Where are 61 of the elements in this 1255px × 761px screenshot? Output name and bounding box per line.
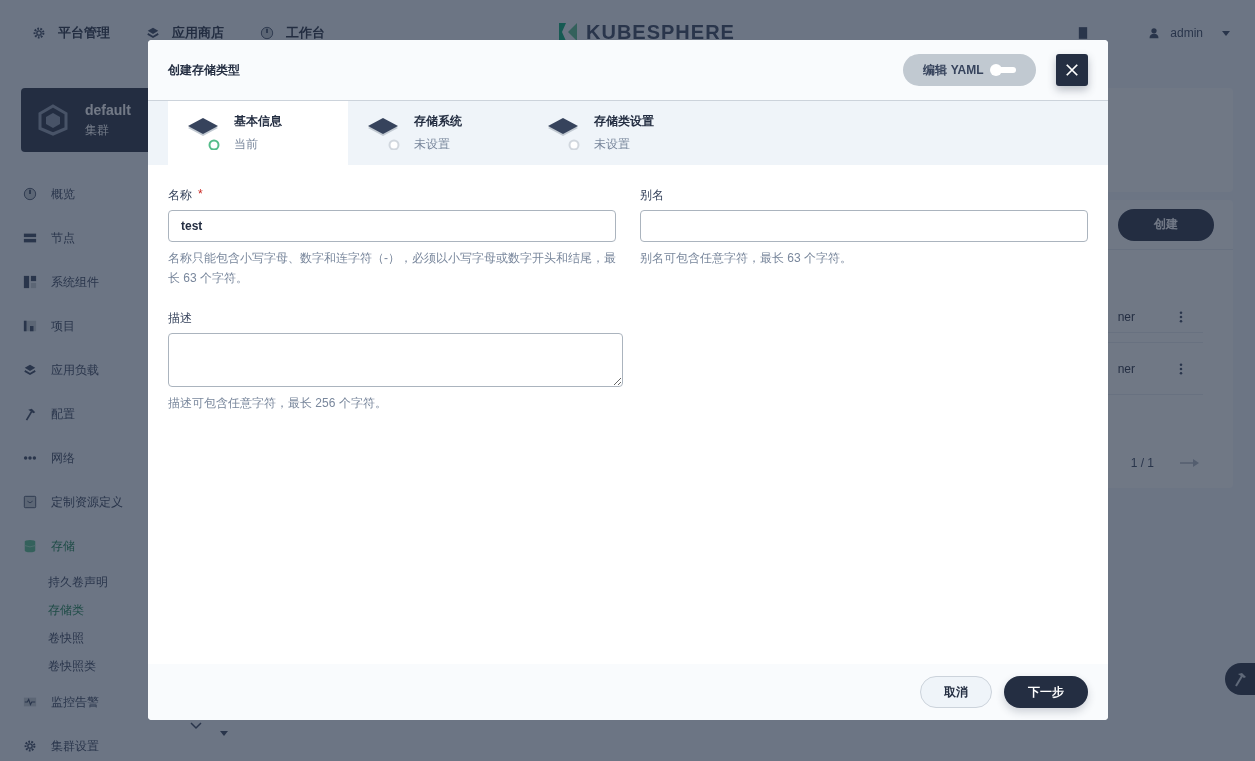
description-field[interactable] — [168, 333, 623, 387]
step-tab[interactable]: 存储类设置 未设置 — [528, 101, 708, 165]
document-icon — [23, 495, 37, 509]
table-cell: ner — [1117, 361, 1135, 376]
nav-link[interactable]: 应用商店 — [146, 24, 224, 42]
layers-icon — [23, 363, 37, 377]
hammer-button[interactable] — [1225, 663, 1255, 695]
more-icon[interactable] — [1179, 362, 1183, 375]
input-field[interactable]: test — [168, 210, 616, 242]
cluster-name: default — [85, 101, 131, 118]
database-icon — [23, 539, 37, 553]
dashboard-icon — [23, 187, 37, 201]
required-mark: * — [198, 187, 203, 203]
field-label: 描述 — [168, 310, 192, 327]
building-icon — [23, 319, 37, 333]
arrow-right-icon[interactable] — [1180, 457, 1200, 468]
pulse-icon — [23, 695, 37, 709]
hammer-icon — [23, 407, 37, 421]
sidebar-item[interactable]: 网络 — [21, 436, 241, 480]
sidebar-item[interactable]: 应用负载 — [21, 348, 241, 392]
field-label: 名称 — [168, 187, 192, 204]
table-cell: ner — [1117, 309, 1135, 324]
user-icon — [1148, 27, 1161, 39]
chevron-down-icon[interactable] — [190, 722, 202, 730]
field-hint: 描述可包含任意字符，最长 256 个字符。 — [168, 395, 388, 412]
close-icon — [1065, 63, 1079, 77]
cluster-type: 集群 — [85, 121, 110, 139]
field-hint: 名称只能包含小写字母、数字和连字符（-），必须以小写字母或数字开头和结尾，最长 63 个字符。 — [168, 250, 616, 287]
yaml-toggle[interactable]: 编辑 YAML — [903, 54, 1036, 86]
step-tab[interactable]: 基本信息 当前 — [168, 101, 348, 165]
nav-link[interactable]: 工作台 — [260, 24, 325, 42]
cube-icon — [37, 104, 69, 136]
field-label: 别名 — [640, 187, 664, 204]
sidebar-item[interactable]: 监控告警 — [21, 680, 241, 724]
more-icon[interactable] — [1179, 310, 1183, 323]
sidebar-item[interactable]: 定制资源定义 — [21, 480, 241, 524]
layers-icon — [186, 116, 220, 150]
cancel-button[interactable]: 取消 — [920, 676, 992, 708]
caret-down-icon[interactable] — [220, 731, 228, 736]
user-menu[interactable]: admin — [1148, 26, 1231, 40]
next-button[interactable]: 下一步 — [1004, 676, 1088, 708]
blocks-icon — [23, 275, 37, 289]
logo: KUBESPHERE — [556, 20, 735, 44]
close-button[interactable] — [1056, 54, 1088, 86]
sidebar-item[interactable]: 存储 — [21, 524, 241, 568]
dialog-title: 创建存储类型 — [168, 61, 240, 79]
gear-icon — [23, 739, 37, 753]
server-icon — [23, 231, 37, 245]
gear-icon — [32, 26, 46, 40]
nav-link[interactable]: 平台管理 — [32, 24, 110, 42]
create-button[interactable]: 创建 — [1118, 208, 1214, 241]
layers-icon — [546, 116, 580, 150]
step-tab[interactable]: 存储系统 未设置 — [348, 101, 528, 165]
page-indicator: 1 / 1 — [1130, 455, 1154, 470]
book-icon[interactable] — [1078, 26, 1089, 40]
layers-icon — [366, 116, 400, 150]
hammer-icon — [1232, 671, 1248, 687]
input-field[interactable] — [640, 210, 1088, 242]
caret-down-icon — [1221, 28, 1231, 38]
layers-icon — [146, 26, 160, 40]
field-hint: 别名可包含任意字符，最长 63 个字符。 — [640, 250, 853, 267]
